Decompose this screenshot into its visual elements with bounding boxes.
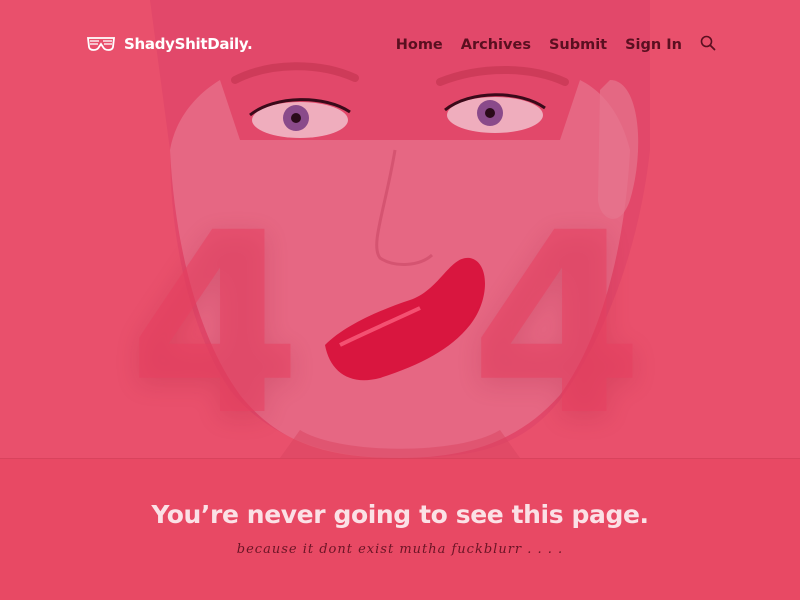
nav-home-link[interactable]: Home [396, 37, 443, 53]
error-digit-first: 4 [128, 179, 302, 459]
error-headline: You’re never going to see this page. [151, 500, 649, 529]
error-digit-last: 4 [470, 179, 644, 459]
brand-logo-link[interactable]: ShadyShitDaily. [86, 34, 253, 54]
error-handwritten-subline: because it dont exist mutha fuckblurr . … [236, 542, 564, 557]
main-nav: Home Archives Submit Sign In [396, 35, 716, 53]
search-icon[interactable] [700, 35, 716, 51]
nav-submit-link[interactable]: Submit [549, 37, 607, 53]
nav-sign-in-link[interactable]: Sign In [625, 37, 682, 53]
hero-face-image [150, 0, 650, 458]
nav-archives-link[interactable]: Archives [461, 37, 531, 53]
shutter-shades-icon [86, 37, 116, 51]
hero-section: 4 4 [0, 0, 800, 459]
brand-name: ShadyShitDaily. [124, 35, 253, 53]
